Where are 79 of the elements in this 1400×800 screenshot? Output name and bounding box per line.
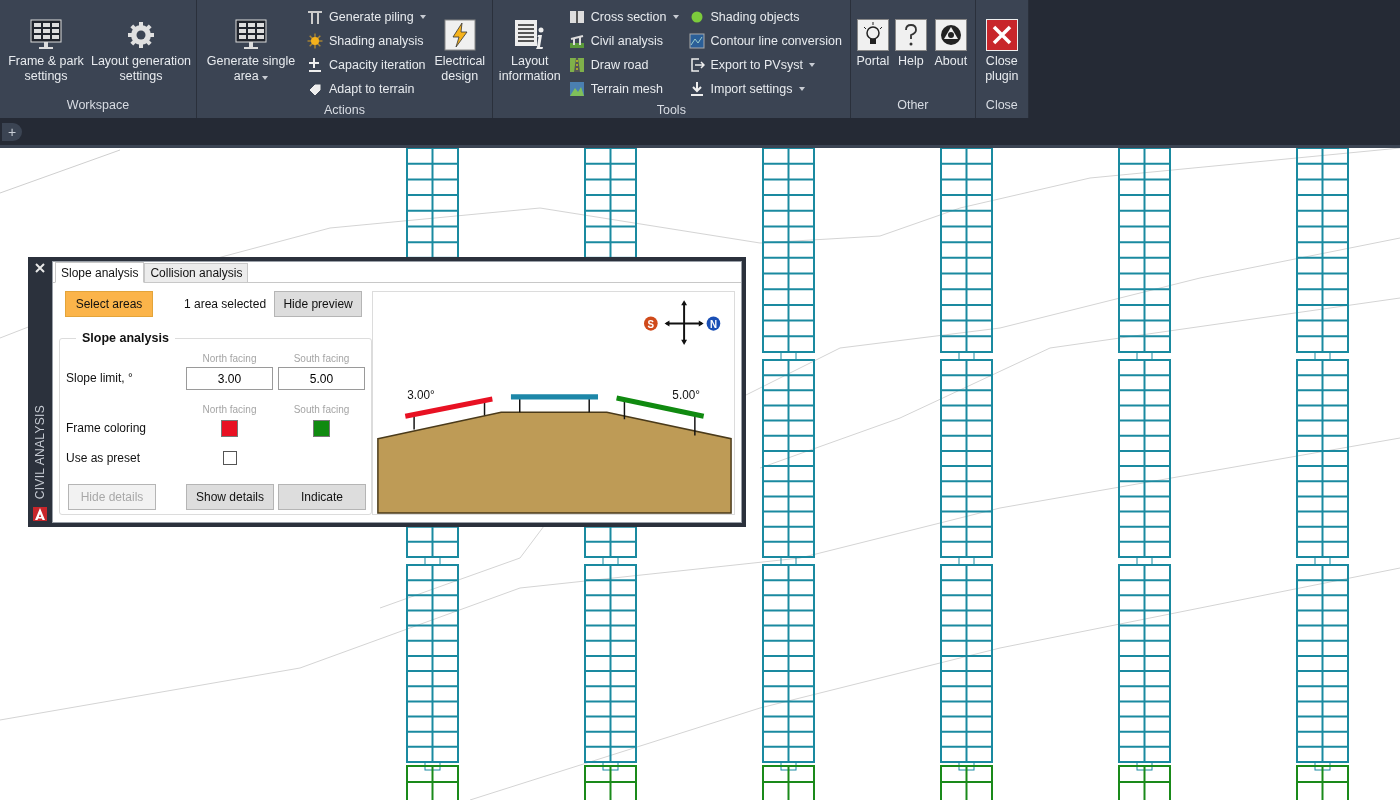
ribbon-button[interactable]: Close plugin	[979, 4, 1024, 96]
column-header: North facing	[201, 404, 258, 416]
caret-icon	[808, 63, 815, 67]
bridge-icon	[568, 33, 585, 49]
solar-panel-icon	[29, 18, 63, 52]
contour-chart-icon	[688, 33, 705, 49]
ribbon-button[interactable]: Portal	[854, 4, 891, 96]
ribbon-button[interactable]: Shading objects	[684, 5, 846, 29]
solar-panel-icon	[234, 18, 268, 52]
group-title: Slope analysis	[81, 331, 170, 345]
ribbon-button[interactable]: Frame & park settings	[4, 4, 88, 96]
caret-icon	[798, 87, 805, 91]
group-title: Other	[896, 97, 930, 114]
group-title: Tools	[655, 102, 687, 119]
action-button[interactable]: Indicate	[278, 484, 366, 510]
north-marker: N	[706, 316, 721, 331]
column-header: South facing	[292, 353, 351, 365]
ribbon-button[interactable]: Layout information	[496, 4, 563, 101]
mountain-icon	[568, 81, 585, 97]
field-label: Frame coloring	[66, 421, 148, 435]
caret-icon	[672, 15, 679, 19]
close-icon[interactable]	[35, 263, 45, 273]
ribbon-button[interactable]: Generate piling	[303, 5, 430, 29]
ribbon-button[interactable]: About	[930, 4, 971, 96]
lightning-icon	[443, 19, 476, 51]
ribbon-button[interactable]: Capacity iteration	[303, 53, 430, 77]
tag-icon	[307, 81, 323, 97]
color-swatch[interactable]	[221, 419, 238, 437]
export-icon	[688, 57, 705, 73]
south-marker: S	[644, 316, 658, 331]
cross-section-icon	[568, 9, 585, 25]
ribbon-button[interactable]: Layout generation settings	[90, 4, 192, 96]
hide-preview-button[interactable]: Hide preview	[274, 291, 363, 317]
road-icon	[568, 57, 585, 73]
plus-minus-icon	[307, 57, 323, 73]
caret-icon	[419, 15, 426, 19]
selection-status: 1 area selected	[184, 297, 267, 311]
color-swatch[interactable]	[313, 419, 330, 437]
logo-icon	[934, 19, 967, 51]
angle-label: 5.00°	[672, 387, 700, 402]
group-title: Close	[984, 97, 1019, 114]
app-logo-icon	[33, 507, 47, 521]
new-tab-button[interactable]: +	[2, 122, 22, 141]
lightbulb-icon	[856, 19, 889, 51]
ribbon-button[interactable]: Terrain mesh	[564, 77, 683, 101]
ribbon-button[interactable]: Help	[892, 4, 929, 96]
settings-icon	[125, 19, 157, 51]
angle-label: 3.00°	[407, 387, 435, 402]
ribbon-button[interactable]: Import settings	[684, 77, 846, 101]
select-areas-button[interactable]: Select areas	[65, 291, 153, 317]
close-icon	[985, 19, 1018, 51]
tab[interactable]: Slope analysis	[55, 262, 145, 283]
ribbon-button[interactable]: Civil analysis	[564, 29, 683, 53]
sun-icon	[307, 33, 323, 49]
ribbon-button[interactable]: Draw road	[564, 53, 683, 77]
field-label: Slope limit, °	[66, 370, 134, 385]
tab[interactable]: Collision analysis	[144, 263, 249, 282]
ribbon-button[interactable]: Generate single area	[201, 4, 301, 101]
piling-icon	[307, 9, 323, 25]
field-label: Use as preset	[66, 451, 142, 465]
ribbon-button[interactable]: Shading analysis	[303, 29, 430, 53]
ribbon-button[interactable]: Adapt to terrain	[303, 77, 430, 101]
download-icon	[688, 81, 705, 97]
caret-icon	[262, 76, 269, 80]
help-icon	[894, 19, 927, 51]
checkbox[interactable]	[222, 451, 237, 465]
compass-arrows-icon	[664, 300, 704, 345]
group-title: Workspace	[65, 97, 131, 114]
slope-limit-field[interactable]: 3.00	[186, 367, 273, 390]
palette-title: CIVIL ANALYSIS	[33, 404, 47, 499]
group-title: Actions	[322, 102, 366, 119]
ribbon-button[interactable]: Export to PVsyst	[684, 53, 846, 77]
column-header: North facing	[201, 353, 258, 365]
slope-limit-field[interactable]: 5.00	[278, 367, 365, 390]
ribbon-button[interactable]: Cross section	[564, 5, 683, 29]
column-header: South facing	[292, 404, 351, 416]
ribbon-button[interactable]: Electrical design	[431, 4, 488, 101]
action-button[interactable]: Show details	[186, 484, 274, 510]
ribbon-button[interactable]: Contour line conversion	[684, 29, 846, 53]
